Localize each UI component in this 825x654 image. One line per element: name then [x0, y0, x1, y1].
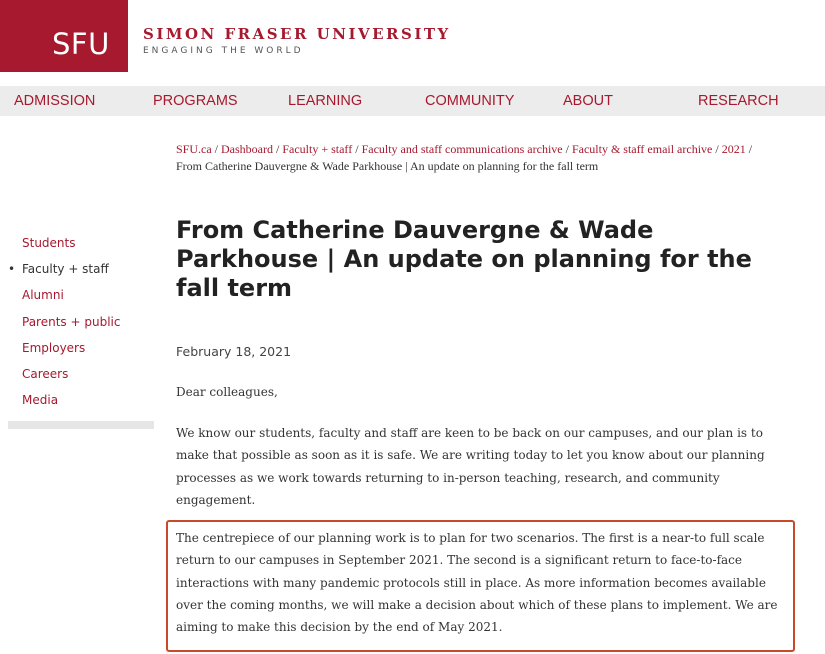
- article-paragraph-1: We know our students, faculty and staff …: [176, 426, 765, 507]
- sidebar-divider: [8, 421, 154, 429]
- nav-programs[interactable]: PROGRAMS: [153, 93, 238, 109]
- logo-text: SFU: [52, 27, 110, 61]
- nav-research[interactable]: RESEARCH: [698, 93, 779, 109]
- tagline: ENGAGING THE WORLD: [143, 46, 304, 56]
- sidebar-item-careers[interactable]: Careers: [22, 366, 152, 392]
- sfu-logo[interactable]: SFU: [0, 0, 128, 72]
- nav-learning[interactable]: LEARNING: [288, 93, 362, 109]
- main-nav: ADMISSION PROGRAMS LEARNING COMMUNITY AB…: [0, 86, 825, 116]
- breadcrumb-link-email-archive[interactable]: Faculty & staff email archive: [572, 142, 712, 156]
- nav-about[interactable]: ABOUT: [563, 93, 613, 109]
- page-title: From Catherine Dauvergne & Wade Parkhous…: [176, 216, 752, 302]
- university-name[interactable]: SIMON FRASER UNIVERSITY: [143, 27, 451, 42]
- breadcrumb-current: From Catherine Dauvergne & Wade Parkhous…: [176, 158, 599, 173]
- nav-admission[interactable]: ADMISSION: [14, 93, 95, 109]
- sidebar-item-faculty-staff[interactable]: • Faculty + staff: [8, 261, 152, 287]
- nav-community[interactable]: COMMUNITY: [425, 93, 514, 109]
- sidebar-nav: Students • Faculty + staff Alumni Parents…: [8, 235, 152, 418]
- breadcrumb-link-2021[interactable]: 2021: [722, 142, 746, 156]
- breadcrumb-link-faculty-staff[interactable]: Faculty + staff: [282, 142, 352, 156]
- greeting: Dear colleagues,: [176, 385, 278, 399]
- breadcrumb-link-communications-archive[interactable]: Faculty and staff communications archive: [362, 142, 563, 156]
- breadcrumb-link-dashboard[interactable]: Dashboard: [221, 142, 273, 156]
- sidebar-item-alumni[interactable]: Alumni: [22, 287, 152, 313]
- publish-date: February 18, 2021: [176, 344, 292, 359]
- sidebar-item-employers[interactable]: Employers: [22, 340, 152, 366]
- article-paragraph-2: The centrepiece of our planning work is …: [176, 531, 778, 635]
- active-bullet-icon: •: [8, 262, 16, 277]
- sidebar-item-media[interactable]: Media: [22, 392, 152, 418]
- sidebar-item-students[interactable]: Students: [22, 235, 152, 261]
- breadcrumb: SFU.ca / Dashboard / Faculty + staff / F…: [176, 142, 753, 173]
- sidebar-item-parents-public[interactable]: Parents + public: [22, 314, 152, 340]
- breadcrumb-link-sfu[interactable]: SFU.ca: [176, 142, 212, 156]
